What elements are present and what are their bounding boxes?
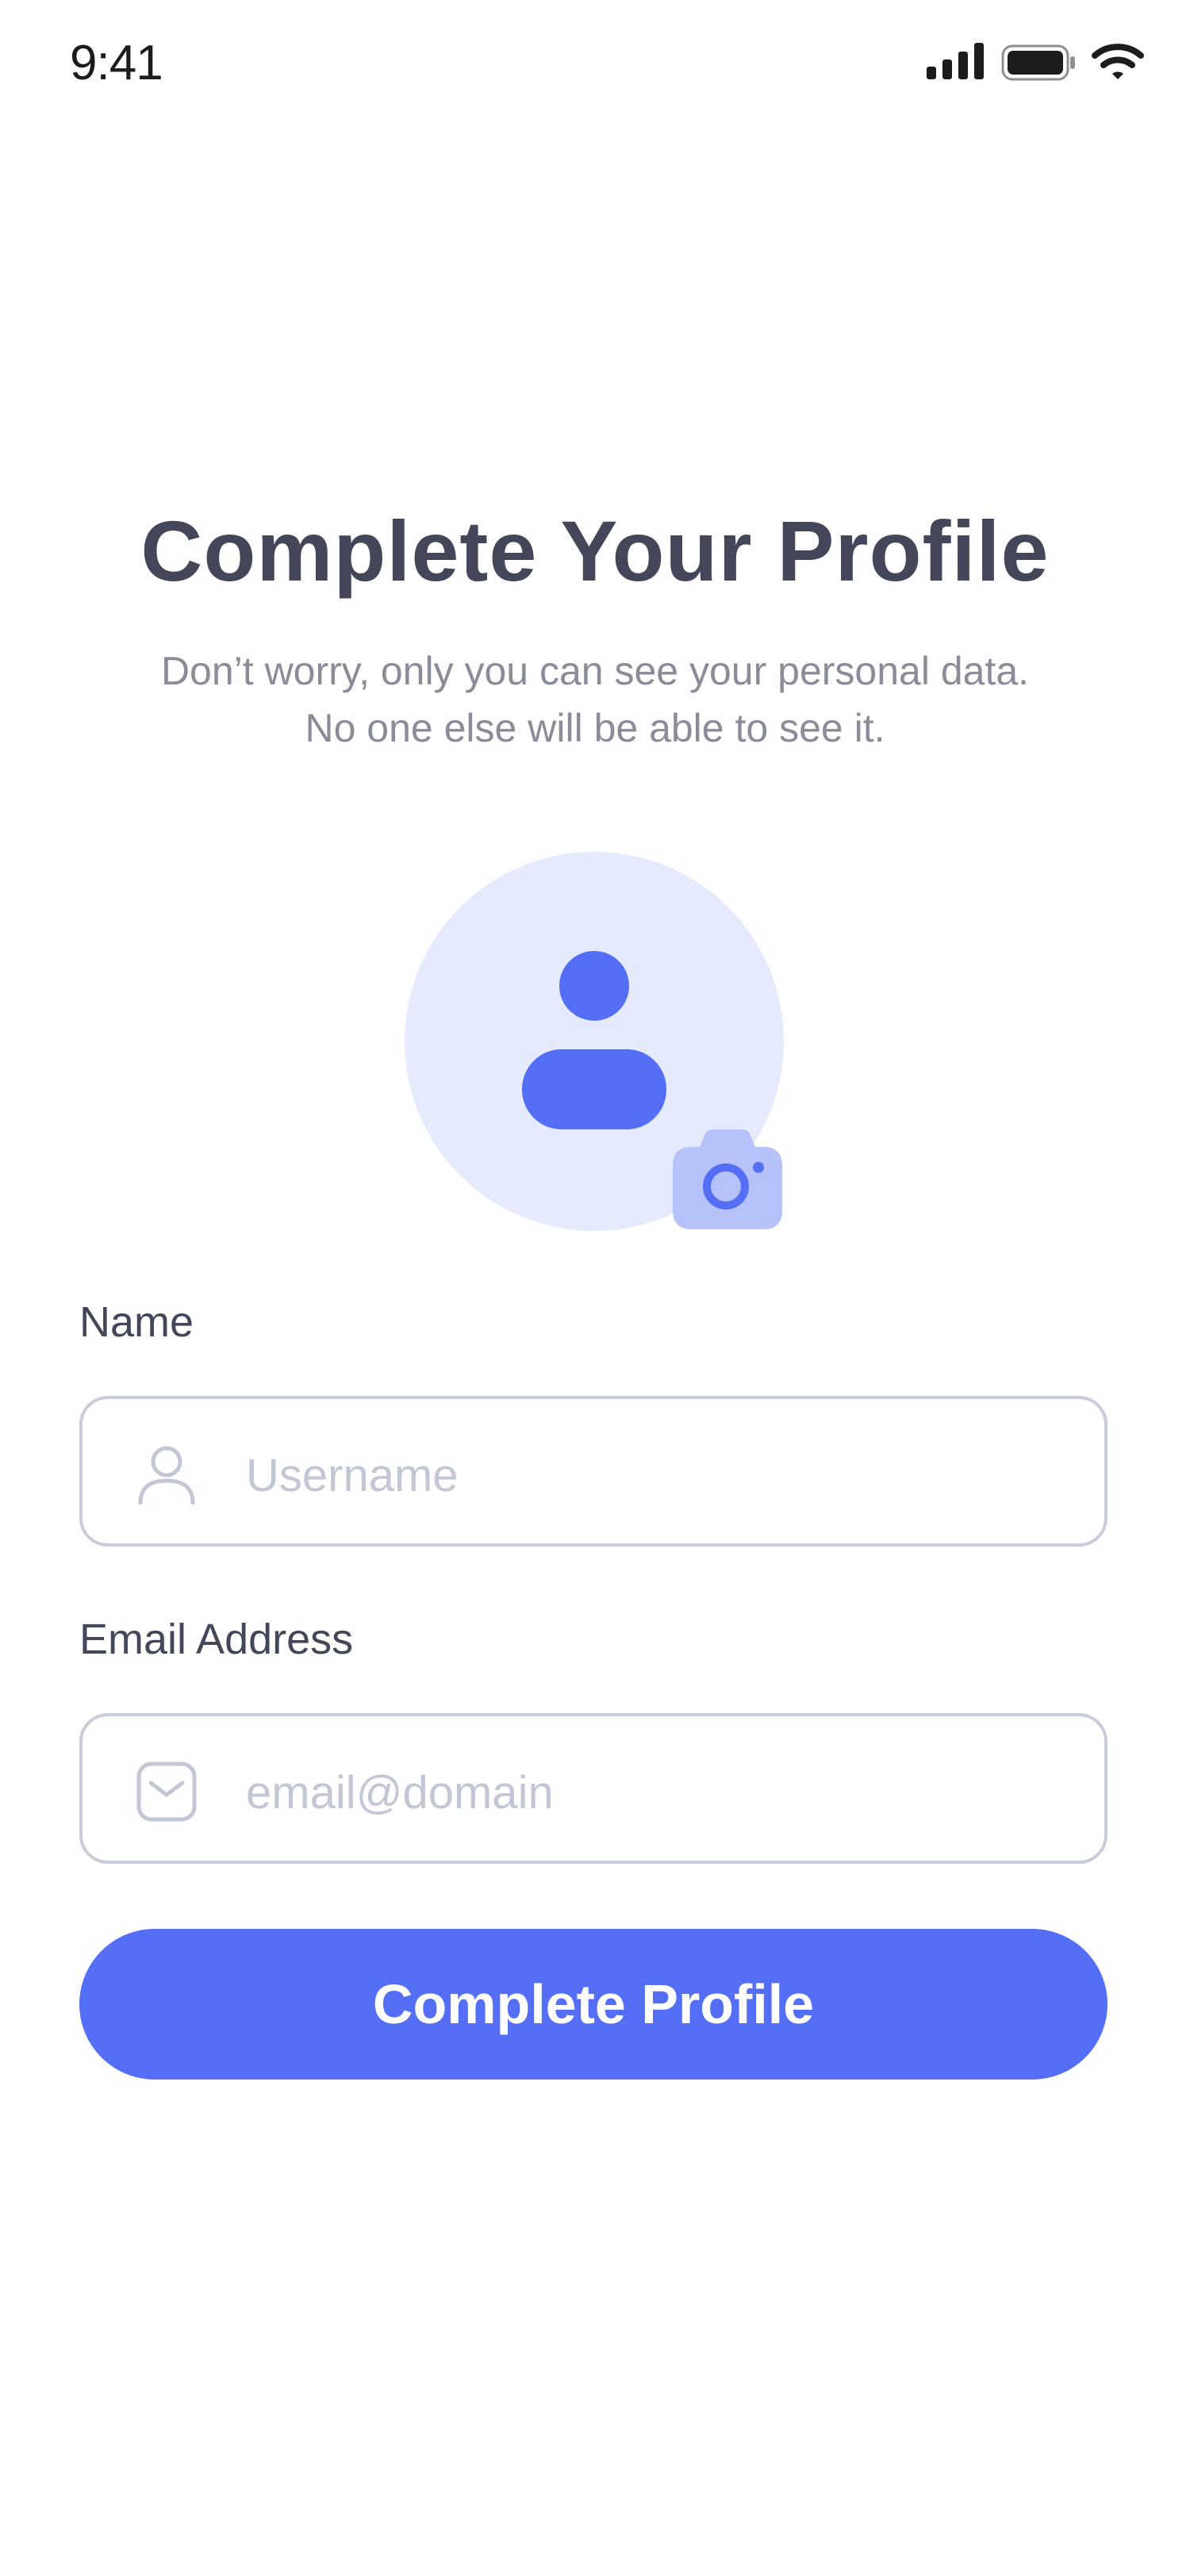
signal-icon bbox=[927, 43, 984, 79]
username-field[interactable] bbox=[79, 1396, 1107, 1547]
camera-icon[interactable] bbox=[673, 1129, 782, 1229]
status-bar: 9:41 bbox=[0, 0, 1190, 127]
page-title: Complete Your Profile bbox=[140, 503, 1050, 599]
status-time: 9:41 bbox=[70, 36, 163, 90]
email-input[interactable] bbox=[244, 1748, 1073, 1837]
username-input[interactable] bbox=[244, 1431, 1073, 1520]
battery-icon bbox=[1001, 44, 1075, 81]
complete-profile-button[interactable]: Complete Profile bbox=[79, 1929, 1107, 2080]
user-icon bbox=[522, 951, 666, 1129]
page-subtitle: Don’t worry, only you can see your perso… bbox=[160, 649, 1030, 750]
wifi-icon bbox=[1092, 44, 1144, 79]
mail-icon bbox=[136, 1761, 197, 1822]
name-label: Name bbox=[79, 1298, 194, 1346]
email-field[interactable] bbox=[79, 1713, 1107, 1864]
email-label: Email Address bbox=[79, 1616, 354, 1663]
user-outline-icon bbox=[138, 1446, 195, 1505]
